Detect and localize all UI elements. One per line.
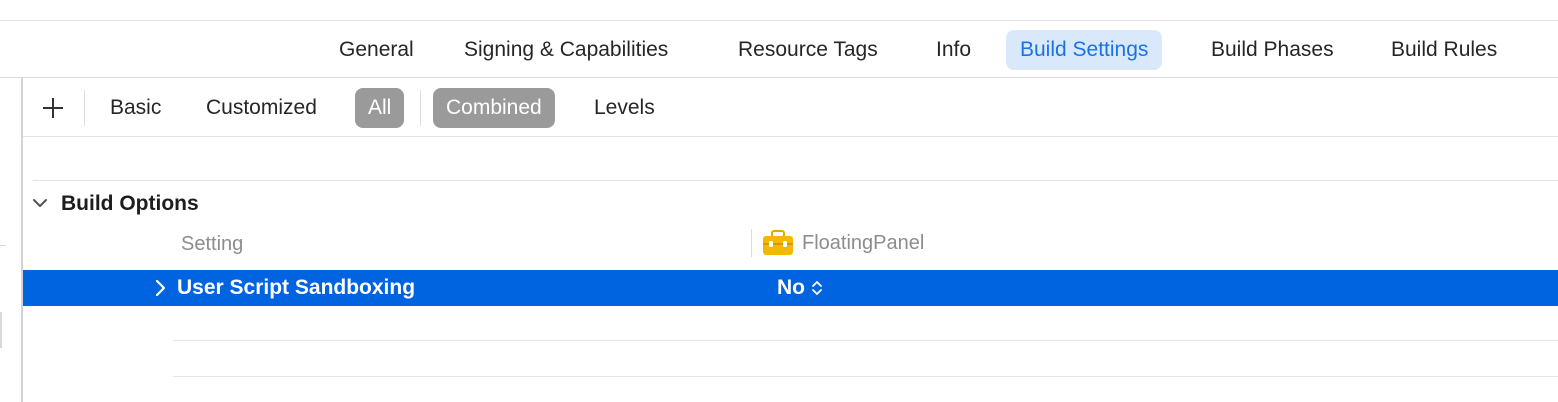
chevron-right-icon[interactable]	[153, 278, 167, 298]
filter-divider	[84, 90, 85, 126]
view-combined[interactable]: Combined	[433, 88, 555, 128]
chevron-down-icon[interactable]	[31, 193, 49, 213]
filter-bar: Basic Customized All Combined Levels	[23, 78, 1558, 136]
filter-divider	[420, 90, 421, 126]
tab-build-phases[interactable]: Build Phases	[1197, 30, 1348, 70]
plus-icon	[43, 98, 63, 118]
column-header-target: FloatingPanel	[762, 229, 924, 257]
row-divider	[173, 376, 1558, 377]
column-header-setting: Setting	[181, 233, 244, 255]
filter-basic[interactable]: Basic	[97, 88, 174, 128]
tab-build-rules[interactable]: Build Rules	[1377, 30, 1511, 70]
setting-value: No	[777, 276, 805, 299]
filter-all[interactable]: All	[355, 88, 405, 128]
toolbox-icon	[763, 230, 793, 255]
sidebar-divider	[0, 245, 6, 246]
setting-name: User Script Sandboxing	[177, 276, 416, 299]
target-name: FloatingPanel	[802, 232, 925, 254]
sidebar-edge	[0, 312, 2, 348]
build-settings-editor: General Signing & Capabilities Resource …	[0, 0, 1558, 402]
filter-bar-divider	[23, 136, 1558, 137]
setting-value-popup[interactable]: No	[777, 273, 823, 303]
view-levels[interactable]: Levels	[581, 88, 668, 128]
filter-customized[interactable]: Customized	[193, 88, 330, 128]
tab-general[interactable]: General	[325, 30, 428, 70]
tab-build-settings[interactable]: Build Settings	[1006, 30, 1163, 70]
row-divider	[173, 340, 1558, 341]
tab-resource-tags[interactable]: Resource Tags	[724, 30, 892, 70]
editor-tab-bar: General Signing & Capabilities Resource …	[0, 21, 1558, 77]
tab-info[interactable]: Info	[922, 30, 985, 70]
up-down-chevron-icon	[812, 281, 822, 295]
search-field-divider	[33, 180, 1558, 181]
section-title[interactable]: Build Options	[61, 189, 199, 219]
add-build-setting-button[interactable]	[39, 92, 67, 122]
tab-signing-capabilities[interactable]: Signing & Capabilities	[450, 30, 682, 70]
column-divider	[751, 229, 752, 257]
